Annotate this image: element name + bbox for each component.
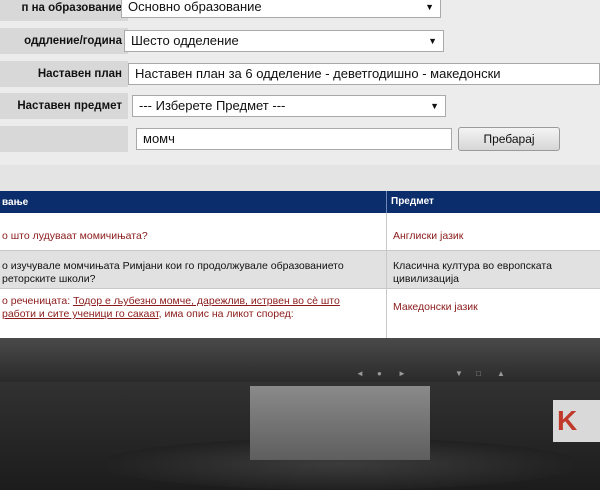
subject-value: --- Изберете Предмет --- [139,98,286,113]
monitor-prev-icon[interactable]: ◄ [356,369,364,378]
label-grade: оддление/година [0,28,128,54]
grade-select[interactable]: Шесто одделение ▼ [124,30,444,52]
monitor-up-icon[interactable]: ▲ [497,369,505,378]
spacer [0,165,600,191]
subject-select[interactable]: --- Изберете Предмет --- ▼ [132,95,446,117]
table-row[interactable]: о изучувале момчињата Римјани кои го про… [0,251,600,289]
monitor-control-bar: ◄ ● ► ▼ □ ▲ [0,338,600,382]
search-button[interactable]: Пребарај [458,127,560,151]
column-header-question: вање [2,197,29,208]
monitor-down-icon[interactable]: ▼ [455,369,463,378]
results-table-header: вање Предмет [0,191,600,213]
brand-logo-icon: K [553,400,600,442]
question-quote-link-cont[interactable]: работи и сите ученици го сакаат [2,308,159,320]
chevron-down-icon: ▼ [425,2,434,12]
question-link[interactable]: о што лудуваат момичињата? [2,230,378,243]
subject-cell: Класична култура во европската цивилизац… [386,251,600,288]
question-quote-link[interactable]: Тодор е љубезно момче, дарежлив, истрвен… [73,295,340,307]
subject-cell: Англиски јазик [386,213,600,250]
curriculum-field[interactable]: Наставен план за 6 одделение - деветгоди… [128,63,600,85]
monitor-bezel: ◄ ● ► ▼ □ ▲ K [0,338,600,490]
monitor-next-icon[interactable]: ► [398,369,406,378]
label-subject: Наставен предмет [0,93,128,119]
grade-value: Шесто одделение [131,33,239,48]
question-text[interactable]: о реченицата: Тодор е љубезно момче, дар… [2,295,378,321]
question-line: реторските школи? [2,273,96,285]
subject-line: Класична култура во европската [393,260,552,272]
question-line: о изучувале момчињата Римјани кои го про… [2,260,344,272]
label-education-type: п на образование [0,0,128,21]
monitor-dot-icon[interactable]: ● [377,369,382,378]
table-row[interactable]: о реченицата: Тодор е љубезно момче, дар… [0,289,600,338]
education-type-select[interactable]: Основно образование ▼ [121,0,441,18]
subject-cell: Македонски јазик [386,289,600,338]
question-suffix: , има опис на ликот според: [158,308,294,320]
monitor-stand [250,386,430,460]
search-input[interactable]: момч [136,128,452,150]
label-curriculum: Наставен план [0,61,128,87]
label-search-empty [0,126,128,152]
search-form: п на образование Основно образование ▼ о… [0,0,600,165]
education-type-value: Основно образование [128,0,262,14]
monitor-menu-icon[interactable]: □ [476,369,481,378]
question-prefix: о реченицата: [2,295,74,307]
chevron-down-icon: ▼ [428,36,437,46]
question-text[interactable]: о изучувале момчињата Римјани кои го про… [2,260,378,286]
subject-line: цивилизација [393,273,460,285]
chevron-down-icon: ▼ [430,101,439,111]
browser-screen: п на образование Основно образование ▼ о… [0,0,600,338]
search-input-value: момч [143,131,175,146]
column-header-subject: Предмет [386,191,434,213]
table-row[interactable]: о што лудуваат момичињата? Англиски јази… [0,213,600,251]
curriculum-value: Наставен план за 6 одделение - деветгоди… [135,66,501,81]
